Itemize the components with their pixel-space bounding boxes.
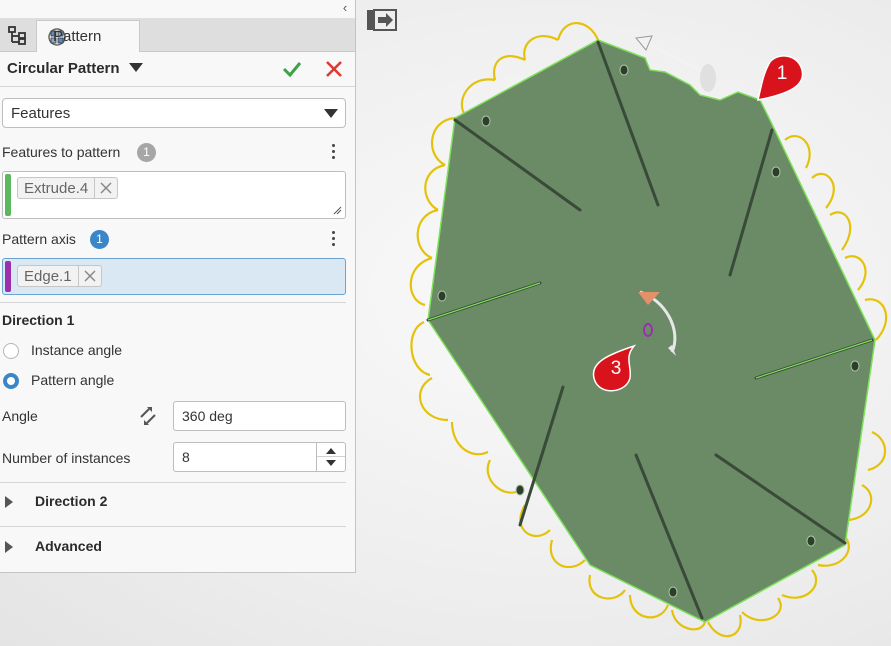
- flip-direction-button[interactable]: [137, 405, 159, 427]
- features-to-pattern-label: Features to pattern: [2, 144, 121, 160]
- divider: [0, 302, 346, 303]
- instances-input[interactable]: 8: [173, 442, 346, 472]
- tab-pattern-label: Pattern: [53, 28, 102, 45]
- tab-feature-tree[interactable]: [0, 18, 34, 51]
- instances-value: 8: [182, 449, 190, 465]
- direction2-expander[interactable]: Direction 2: [0, 482, 355, 522]
- divider: [0, 86, 355, 87]
- callout-3: 3: [590, 344, 638, 396]
- pattern-property-manager: ‹ Pattern Circular Pattern Features Feat…: [0, 0, 356, 573]
- chevron-down-icon[interactable]: [129, 63, 143, 72]
- axis-chip[interactable]: Edge.1: [17, 265, 102, 287]
- features-selection-box[interactable]: Extrude.4: [2, 171, 346, 219]
- remove-feature-chip-button[interactable]: [94, 178, 117, 198]
- pattern-axis-label: Pattern axis: [2, 231, 76, 247]
- pattern-type-value: Features: [11, 105, 71, 122]
- direction1-heading: Direction 1: [2, 312, 75, 328]
- radio-instance-angle[interactable]: [3, 343, 19, 359]
- feature-chip[interactable]: Extrude.4: [17, 177, 119, 199]
- close-icon: [84, 270, 96, 282]
- angle-label: Angle: [2, 408, 38, 424]
- instances-label: Number of instances: [2, 450, 131, 466]
- feature-tree-icon: [8, 25, 26, 45]
- instances-spinner[interactable]: [316, 443, 345, 471]
- close-icon: [100, 182, 112, 194]
- axis-selection-box[interactable]: Edge.1: [2, 258, 346, 295]
- spinner-down-icon[interactable]: [326, 460, 336, 466]
- instance-angle-label[interactable]: Instance angle: [31, 342, 122, 358]
- callout-1: 1: [748, 52, 806, 104]
- angle-value: 360 deg: [182, 408, 233, 424]
- exit-sketch-icon[interactable]: [366, 8, 398, 32]
- advanced-label: Advanced: [35, 538, 102, 554]
- expand-triangle-icon: [5, 541, 13, 553]
- panel-tabs: Pattern: [0, 18, 355, 52]
- feature-title-row: Circular Pattern: [0, 52, 355, 86]
- angle-flip-icon: [140, 407, 156, 425]
- close-icon: [326, 61, 342, 77]
- accept-button[interactable]: [281, 57, 303, 81]
- features-count-badge: 1: [137, 143, 156, 162]
- divider: [317, 456, 345, 457]
- chevron-down-icon: [324, 109, 338, 118]
- selection-color-stripe: [5, 261, 11, 292]
- kebab-menu-icon[interactable]: [330, 142, 336, 162]
- remove-axis-chip-button[interactable]: [77, 266, 101, 286]
- tab-pattern[interactable]: Pattern: [36, 20, 140, 52]
- collapse-panel-button[interactable]: ‹: [339, 0, 351, 16]
- axis-count-badge: 1: [90, 230, 109, 249]
- spinner-up-icon[interactable]: [326, 448, 336, 454]
- angle-input[interactable]: 360 deg: [173, 401, 346, 431]
- advanced-expander[interactable]: Advanced: [0, 527, 355, 567]
- resize-grip-icon[interactable]: [332, 205, 342, 215]
- kebab-menu-icon[interactable]: [330, 229, 336, 249]
- radio-pattern-angle[interactable]: [3, 373, 19, 389]
- expand-triangle-icon: [5, 496, 13, 508]
- feature-title[interactable]: Circular Pattern: [7, 60, 120, 77]
- selection-color-stripe: [5, 174, 11, 216]
- axis-chip-label: Edge.1: [24, 267, 72, 285]
- pattern-angle-label[interactable]: Pattern angle: [31, 372, 114, 388]
- pattern-type-select[interactable]: Features: [2, 98, 346, 128]
- checkmark-icon: [282, 62, 302, 78]
- cancel-button[interactable]: [323, 58, 345, 80]
- feature-chip-label: Extrude.4: [24, 179, 89, 197]
- direction2-label: Direction 2: [35, 493, 108, 509]
